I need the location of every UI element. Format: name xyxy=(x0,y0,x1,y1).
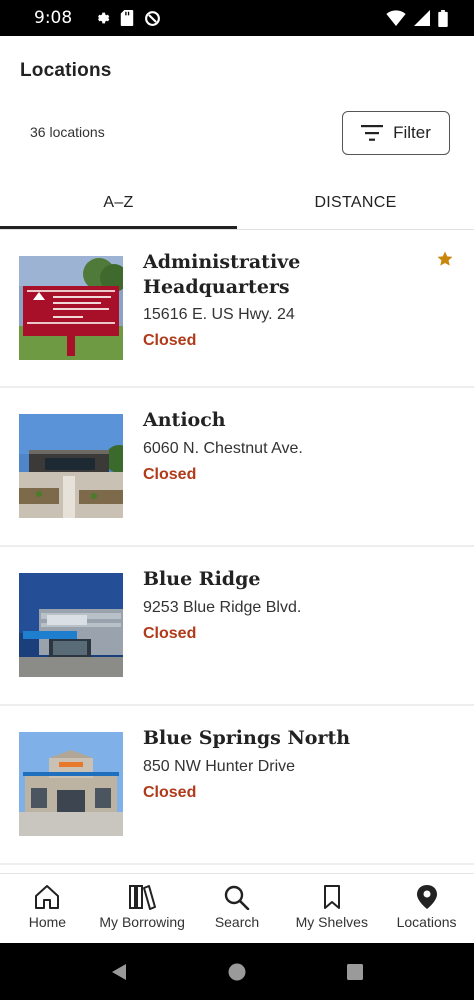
bookmark-icon xyxy=(323,885,340,909)
status-time: 9:08 xyxy=(34,8,73,28)
nav-my-borrowing-label: My Borrowing xyxy=(99,914,185,930)
home-icon xyxy=(35,885,60,909)
location-count: 36 locations xyxy=(30,124,105,140)
nav-locations[interactable]: Locations xyxy=(379,874,474,943)
tab-a-z[interactable]: A–Z xyxy=(0,176,237,229)
filter-icon xyxy=(361,125,384,141)
location-item-blue-ridge[interactable]: Blue Ridge 9253 Blue Ridge Blvd. Closed xyxy=(0,547,474,706)
location-list: Administrative Headquarters 15616 E. US … xyxy=(0,230,474,865)
sd-card-icon xyxy=(120,10,134,26)
location-status: Closed xyxy=(143,784,197,801)
data-saver-icon xyxy=(145,10,161,26)
sort-tabs: A–Z DISTANCE xyxy=(0,176,474,229)
nav-home[interactable]: Home xyxy=(0,874,95,943)
tab-distance-label: DISTANCE xyxy=(314,193,397,211)
books-icon xyxy=(129,885,157,910)
wifi-icon xyxy=(386,10,406,26)
location-photo xyxy=(19,414,123,518)
location-item-administrative-headquarters[interactable]: Administrative Headquarters 15616 E. US … xyxy=(0,230,474,388)
signal-icon xyxy=(414,10,430,26)
bottom-navigation: Home My Borrowing Search My Shelves Loca… xyxy=(0,873,474,943)
location-address: 9253 Blue Ridge Blvd. xyxy=(143,599,302,616)
nav-search[interactable]: Search xyxy=(190,874,285,943)
map-pin-icon xyxy=(416,885,437,909)
location-name: Administrative Headquarters xyxy=(143,251,301,298)
location-name: Antioch xyxy=(143,409,226,431)
status-left: 9:08 xyxy=(20,8,161,28)
location-photo xyxy=(19,573,123,677)
tab-a-z-label: A–Z xyxy=(103,193,134,211)
back-icon[interactable] xyxy=(110,963,128,981)
location-photo xyxy=(19,256,123,360)
location-address: 15616 E. US Hwy. 24 xyxy=(143,306,295,323)
location-item-antioch[interactable]: Antioch 6060 N. Chestnut Ave. Closed xyxy=(0,388,474,547)
filter-button-label: Filter xyxy=(393,123,431,142)
nav-my-shelves-label: My Shelves xyxy=(295,914,368,930)
location-status: Closed xyxy=(143,332,197,349)
location-status: Closed xyxy=(143,625,197,642)
system-navigation-bar xyxy=(0,943,474,1000)
location-name: Blue Springs North xyxy=(143,727,351,749)
nav-search-label: Search xyxy=(214,914,260,930)
status-bar: 9:08 xyxy=(0,0,474,36)
recents-icon[interactable] xyxy=(346,963,364,981)
nav-my-borrowing[interactable]: My Borrowing xyxy=(95,874,190,943)
location-status: Closed xyxy=(143,466,197,483)
favorite-star-icon[interactable] xyxy=(436,250,454,268)
location-address: 6060 N. Chestnut Ave. xyxy=(143,440,303,457)
tab-distance[interactable]: DISTANCE xyxy=(237,176,474,229)
home-circle-icon[interactable] xyxy=(228,963,246,981)
settings-icon xyxy=(98,12,110,24)
location-name: Blue Ridge xyxy=(143,568,261,590)
location-item-blue-springs-north[interactable]: Blue Springs North 850 NW Hunter Drive C… xyxy=(0,706,474,865)
app-header: Locations xyxy=(0,36,474,106)
location-address: 850 NW Hunter Drive xyxy=(143,758,296,775)
nav-my-shelves[interactable]: My Shelves xyxy=(284,874,379,943)
nav-locations-label: Locations xyxy=(396,914,457,930)
battery-icon xyxy=(438,9,448,27)
nav-home-label: Home xyxy=(28,914,67,930)
search-icon xyxy=(224,885,250,910)
page-title: Locations xyxy=(20,60,112,81)
status-right xyxy=(386,9,448,27)
filter-button[interactable]: Filter xyxy=(342,111,450,155)
list-meta-row: 36 locations Filter xyxy=(0,110,474,156)
location-photo xyxy=(19,732,123,836)
